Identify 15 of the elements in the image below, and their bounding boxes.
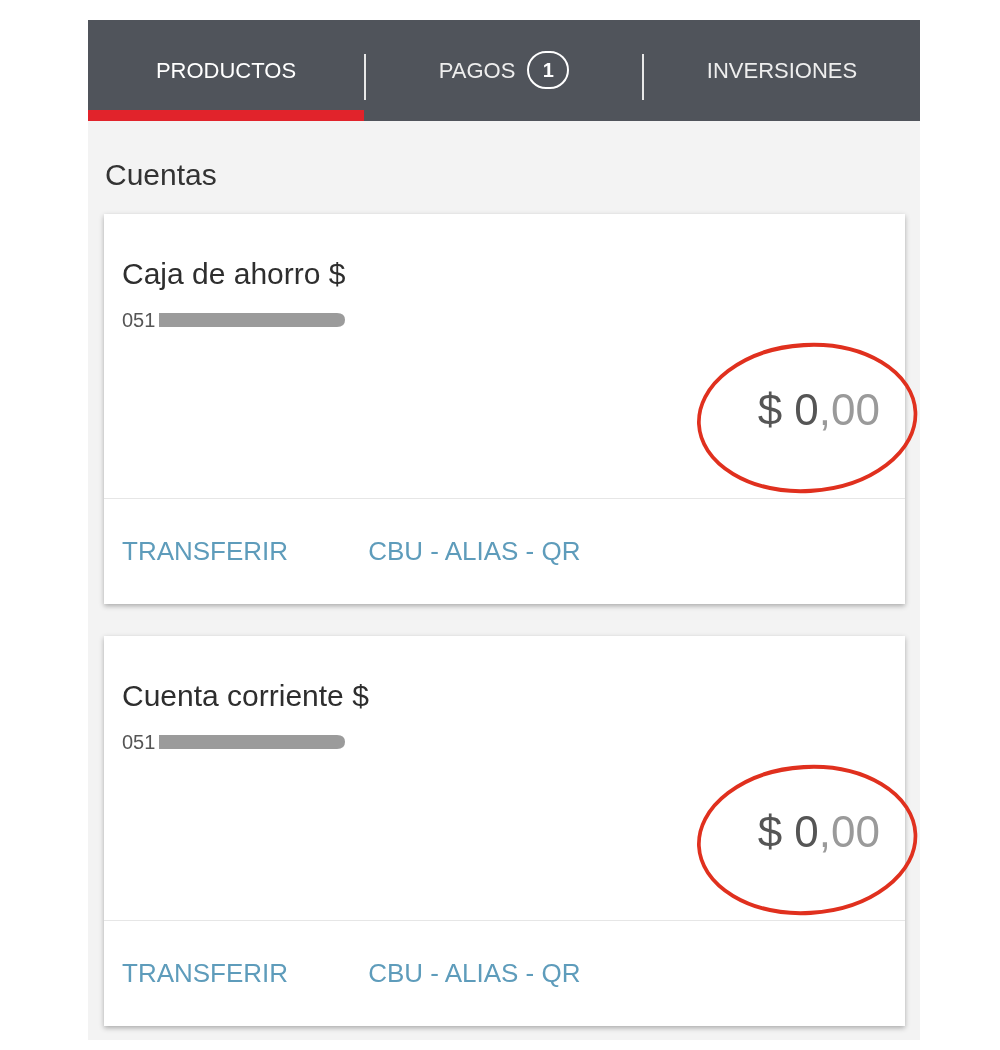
- tab[interactable]: INVERSIONES: [644, 20, 920, 121]
- account-number: 051: [122, 730, 156, 754]
- action-link[interactable]: TRANSFERIR: [122, 532, 289, 571]
- balance-amount: $ 0,00: [757, 384, 880, 436]
- account-title: Caja de ahorro $: [122, 256, 346, 292]
- action-link[interactable]: TRANSFERIR: [122, 954, 289, 993]
- section-heading: Cuentas: [105, 157, 217, 193]
- account-number: 051: [122, 308, 156, 332]
- action-link[interactable]: CBU - ALIAS - QR: [368, 532, 581, 571]
- account-title: Cuenta corriente $: [122, 678, 369, 714]
- action-link[interactable]: CBU - ALIAS - QR: [368, 954, 581, 993]
- tab[interactable]: PRODUCTOS: [88, 20, 364, 121]
- count-badge: 1: [527, 51, 570, 89]
- tab[interactable]: PAGOS 1: [366, 20, 642, 121]
- balance-amount: $ 0,00: [757, 806, 880, 858]
